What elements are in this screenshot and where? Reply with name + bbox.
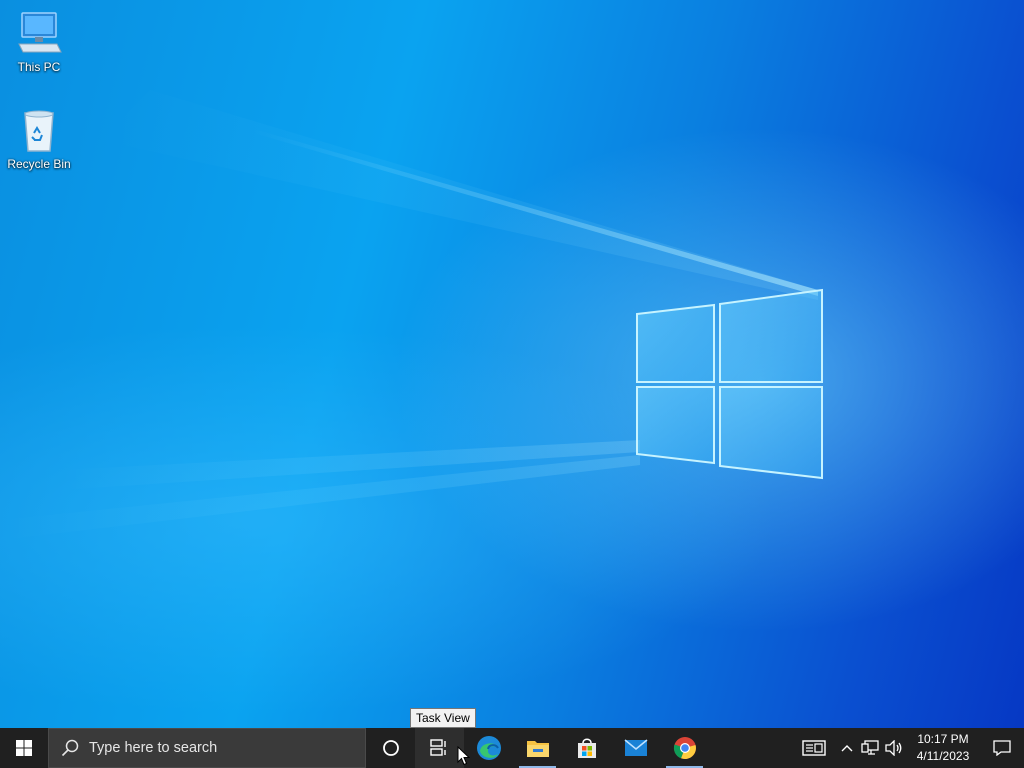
taskbar-cortana[interactable]	[366, 728, 415, 768]
mouse-cursor-icon	[457, 746, 470, 766]
tray-news-button[interactable]	[796, 728, 832, 768]
mail-icon	[623, 739, 648, 756]
cortana-icon	[382, 740, 399, 756]
windows-start-icon	[16, 740, 32, 756]
edge-icon	[476, 736, 501, 760]
taskbar-store[interactable]	[562, 728, 611, 768]
clock-time: 10:17 PM	[917, 732, 969, 746]
desktop-icon-recycle-bin[interactable]: Recycle Bin	[1, 107, 77, 171]
taskbar-chrome[interactable]	[660, 728, 709, 768]
clock-date: 4/11/2023	[916, 749, 970, 763]
recycle-bin-icon	[24, 110, 54, 152]
taskbar: Type here to search 10:17 PM 4/11/2023	[0, 728, 1024, 768]
store-icon	[577, 738, 596, 758]
action-center-button[interactable]	[980, 728, 1024, 768]
taskbar-file-explorer[interactable]	[513, 728, 562, 768]
windows-logo-wallpaper	[636, 288, 823, 480]
this-pc-icon	[18, 12, 62, 53]
desktop-icon-this-pc[interactable]: This PC	[1, 10, 77, 74]
taskbar-clock[interactable]: 10:17 PM 4/11/2023	[912, 731, 974, 765]
desktop-icon-label: This PC	[17, 60, 61, 74]
taskbar-edge[interactable]	[464, 728, 513, 768]
system-tray: 10:17 PM 4/11/2023	[796, 728, 1024, 768]
file-explorer-icon	[526, 741, 549, 757]
volume-icon	[885, 740, 902, 756]
desktop[interactable]: This PC Recycle Bin	[0, 0, 1024, 728]
notification-icon	[993, 740, 1011, 756]
chrome-icon	[673, 737, 696, 760]
search-icon	[61, 739, 79, 757]
search-placeholder: Type here to search	[89, 740, 218, 756]
taskbar-mail[interactable]	[611, 728, 660, 768]
tray-volume[interactable]	[882, 728, 906, 768]
tray-show-hidden-icons[interactable]	[836, 728, 858, 768]
tray-network[interactable]	[858, 728, 882, 768]
task-view-icon	[429, 739, 446, 756]
desktop-icon-label: Recycle Bin	[7, 157, 71, 171]
task-view-tooltip: Task View	[410, 708, 476, 728]
network-icon	[861, 740, 879, 755]
chevron-up-icon	[841, 745, 853, 752]
taskbar-search-box[interactable]: Type here to search	[48, 728, 366, 768]
news-icon	[802, 740, 826, 756]
start-button[interactable]	[0, 728, 48, 768]
